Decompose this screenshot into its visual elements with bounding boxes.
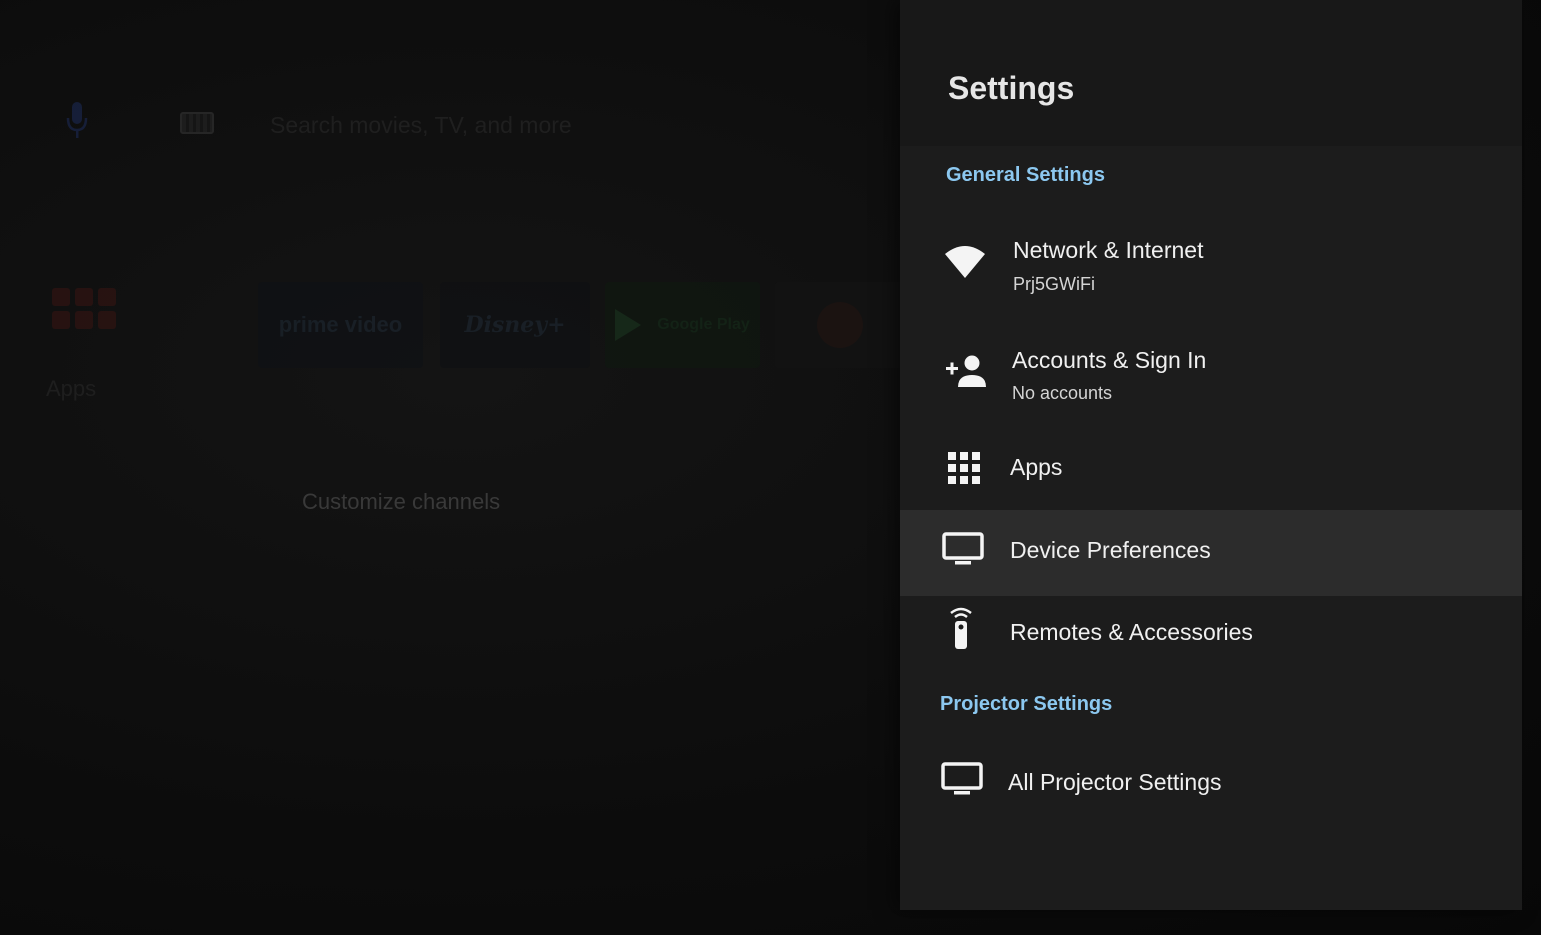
home-screen-background: Search movies, TV, and more Apps prime v…: [0, 0, 905, 935]
section-projector-settings: Projector Settings: [940, 693, 1113, 715]
wifi-icon: [945, 246, 985, 278]
menu-item-device-preferences[interactable]: Device Preferences: [900, 510, 1522, 596]
menu-item-title: Network & Internet: [1013, 237, 1204, 263]
microphone-icon[interactable]: [64, 100, 90, 140]
tv-screen: Search movies, TV, and more Apps prime v…: [0, 0, 1541, 935]
menu-item-title: Accounts & Sign In: [1012, 347, 1207, 373]
menu-item-title: Device Preferences: [1010, 537, 1211, 563]
remote-icon: [950, 607, 972, 649]
channel-disney-plus[interactable]: Disney+: [440, 282, 590, 368]
menu-item-all-projector-settings[interactable]: All Projector Settings: [900, 750, 1522, 814]
menu-item-subtitle: Prj5GWiFi: [1013, 274, 1095, 294]
play-store-icon: [615, 309, 642, 341]
menu-item-network-internet[interactable]: Network & Internet Prj5GWiFi: [900, 222, 1522, 312]
keyboard-icon[interactable]: [180, 112, 214, 134]
menu-item-remotes-accessories[interactable]: Remotes & Accessories: [900, 600, 1522, 664]
menu-item-subtitle: No accounts: [1012, 383, 1113, 403]
monitor-icon: [942, 532, 984, 565]
channel-prime-video[interactable]: prime video: [258, 282, 423, 368]
apps-grid-icon: [948, 452, 980, 484]
apps-tile-label: Apps: [46, 376, 97, 401]
channel-logo-icon: [817, 302, 863, 348]
menu-item-accounts-sign-in[interactable]: Accounts & Sign In No accounts: [900, 330, 1522, 420]
monitor-icon: [941, 762, 983, 795]
menu-item-title: All Projector Settings: [1008, 769, 1222, 795]
settings-title: Settings: [948, 70, 1075, 106]
menu-item-apps[interactable]: Apps: [900, 440, 1522, 496]
menu-item-title: Remotes & Accessories: [1010, 619, 1253, 645]
customize-channels-button[interactable]: Customize channels: [302, 489, 500, 515]
menu-item-title: Apps: [1010, 454, 1063, 480]
person-add-icon: [946, 355, 986, 387]
search-hint-text[interactable]: Search movies, TV, and more: [270, 112, 572, 139]
apps-tile[interactable]: [30, 270, 125, 365]
channel-other[interactable]: [775, 282, 905, 368]
channel-google-play[interactable]: Google Play: [605, 282, 760, 368]
settings-panel: Settings General Settings Network & Inte…: [900, 0, 1522, 910]
section-general-settings: General Settings: [946, 164, 1105, 186]
channel-google-play-label: Google Play: [657, 316, 750, 333]
